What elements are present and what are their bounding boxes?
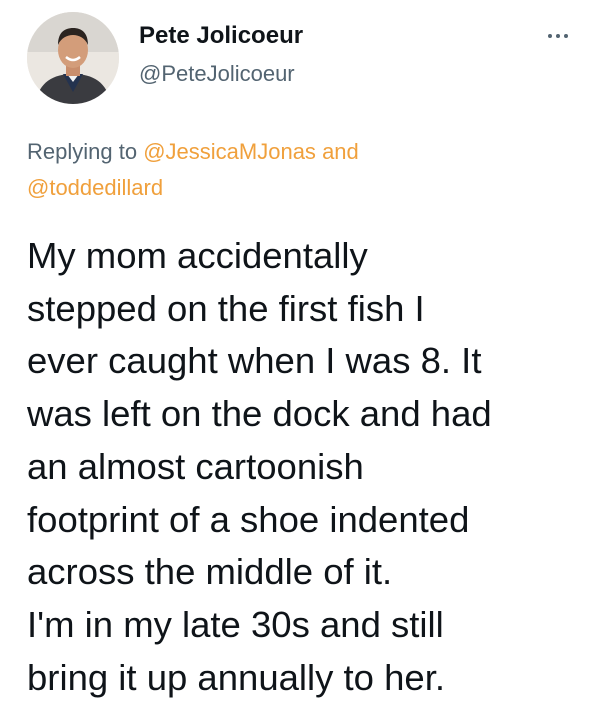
display-name[interactable]: Pete Jolicoeur [139,22,303,50]
tweet-text-line: I'm in my late 30s and still [27,603,444,645]
user-handle[interactable]: @PeteJolicoeur [139,61,295,87]
tweet-text-line: bring it up annually to her. [27,656,446,698]
tweet-text-line: footprint of a shoe indented [27,498,470,540]
mention-link-1[interactable]: @JessicaMJonas [143,139,316,164]
reply-context: Replying to @JessicaMJonas and @toddedil… [27,134,567,206]
tweet-text-line: across the middle of it. [27,551,393,593]
tweet-text-line: ever caught when I was 8. It [27,340,482,382]
tweet-text: My mom accidentally stepped on the first… [27,230,592,704]
mention-connector[interactable]: and [322,139,359,164]
avatar[interactable] [27,12,119,104]
tweet-text-line: an almost cartoonish [27,445,364,487]
replying-to-label: Replying to [27,139,138,164]
profile-photo-icon [27,12,119,104]
tweet-text-line: My mom accidentally [27,235,368,276]
tweet-text-line: was left on the dock and had [27,393,492,435]
tweet-text-line: stepped on the first fish I [27,287,425,329]
more-horizontal-icon [548,34,568,38]
tweet-card: Pete Jolicoeur @PeteJolicoeur Replying t… [0,0,599,726]
more-options-button[interactable] [538,24,578,48]
mention-link-2[interactable]: @toddedillard [27,175,163,200]
